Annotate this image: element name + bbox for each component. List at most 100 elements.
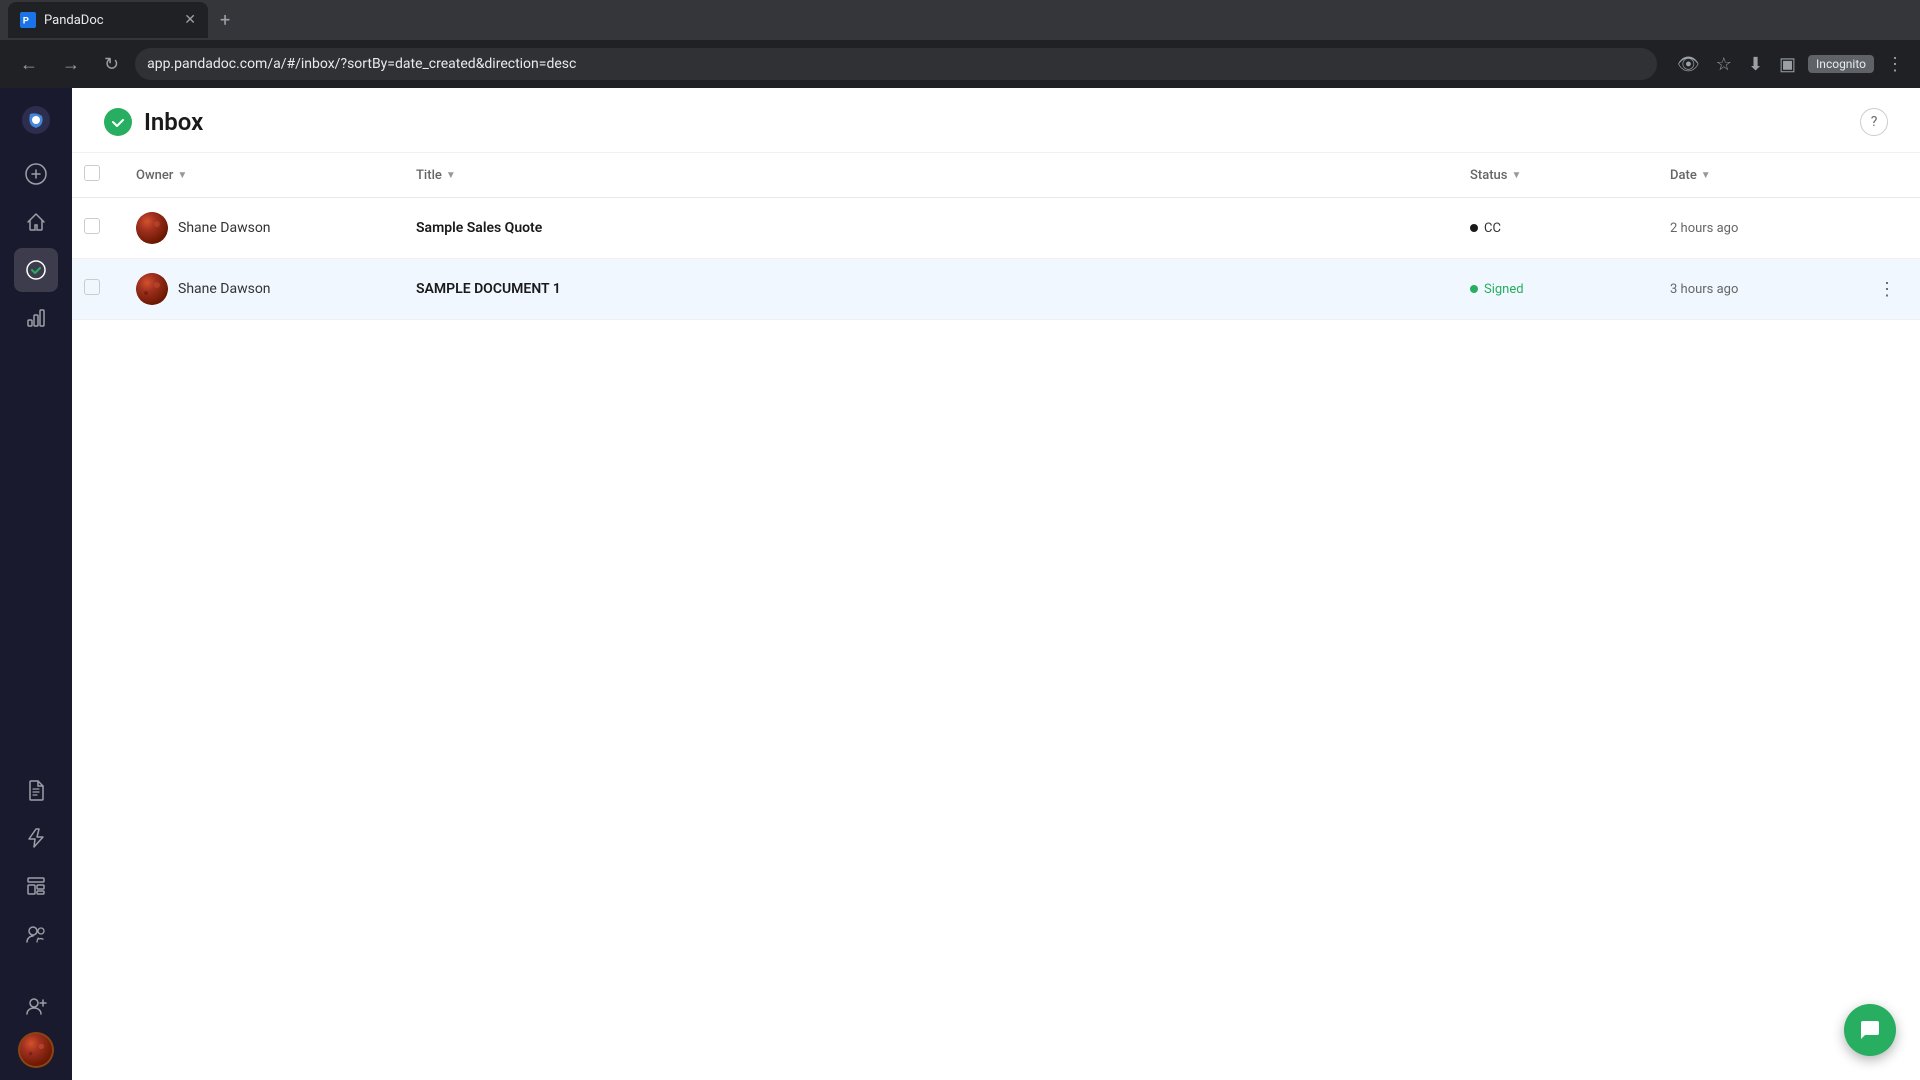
reload-button[interactable]: ↻	[96, 50, 127, 79]
tab-bar: P PandaDoc ✕ +	[0, 0, 1920, 40]
help-icon: ?	[1871, 114, 1878, 130]
title-sort-icon: ▼	[446, 170, 456, 181]
chat-open-button[interactable]	[1844, 1004, 1896, 1056]
forward-button[interactable]: →	[54, 50, 88, 79]
row2-date: 3 hours ago	[1670, 282, 1738, 297]
new-tab-button[interactable]: +	[212, 6, 238, 35]
date-sort-icon: ▼	[1701, 170, 1711, 181]
sidebar-item-templates[interactable]	[14, 864, 58, 908]
row1-owner: Shane Dawson	[136, 212, 384, 244]
row2-document-title[interactable]: SAMPLE DOCUMENT 1	[416, 281, 561, 297]
status-label: Status	[1470, 168, 1507, 183]
page-header: Inbox ?	[72, 88, 1920, 153]
row1-status-text: CC	[1484, 221, 1501, 236]
sidebar-item-contacts[interactable]	[14, 912, 58, 956]
row1-title-cell: Sample Sales Quote	[400, 198, 1454, 259]
tab-close-button[interactable]: ✕	[184, 12, 196, 28]
row2-status-dot	[1470, 285, 1478, 293]
title-sort[interactable]: Title ▼	[416, 168, 1438, 183]
back-button[interactable]: ←	[12, 50, 46, 79]
row2-avatar	[136, 273, 168, 305]
table-row: Shane Dawson Sample Sales Quote CC	[72, 198, 1920, 259]
inbox-table: Owner ▼ Title ▼ Status	[72, 153, 1920, 320]
row2-actions-cell: ⋮	[1854, 259, 1920, 320]
title-label: Title	[416, 168, 442, 183]
active-tab[interactable]: P PandaDoc ✕	[8, 2, 208, 38]
table-row: Shane Dawson SAMPLE DOCUMENT 1 Signed	[72, 259, 1920, 320]
owner-sort[interactable]: Owner ▼	[136, 168, 384, 183]
nav-actions: 👁 ☆ ⬇ ▣ Incognito ⋮	[1673, 50, 1908, 79]
row2-owner-name: Shane Dawson	[178, 281, 271, 297]
table-header: Owner ▼ Title ▼ Status	[72, 153, 1920, 198]
actions-column-header	[1854, 153, 1920, 198]
table-body: Shane Dawson Sample Sales Quote CC	[72, 198, 1920, 320]
download-icon[interactable]: ⬇	[1744, 50, 1767, 79]
row2-owner: Shane Dawson	[136, 273, 384, 305]
row1-status-dot	[1470, 224, 1478, 232]
date-label: Date	[1670, 168, 1697, 183]
owner-sort-icon: ▼	[177, 170, 187, 181]
sidebar	[0, 88, 72, 1080]
status-sort-icon: ▼	[1511, 170, 1521, 181]
owner-label: Owner	[136, 168, 173, 183]
header-row: Owner ▼ Title ▼ Status	[72, 153, 1920, 198]
select-all-checkbox[interactable]	[84, 165, 100, 181]
sidebar-item-create[interactable]	[14, 152, 58, 196]
user-avatar[interactable]	[18, 1032, 54, 1068]
sidebar-item-documents[interactable]	[14, 768, 58, 812]
tab-favicon: P	[20, 12, 36, 28]
status-sort[interactable]: Status ▼	[1470, 168, 1638, 183]
tab-title: PandaDoc	[44, 13, 176, 28]
row1-document-title[interactable]: Sample Sales Quote	[416, 220, 542, 236]
row2-status-text: Signed	[1484, 282, 1524, 297]
avatar-image	[20, 1034, 52, 1066]
eye-slash-icon[interactable]: 👁	[1673, 50, 1704, 79]
date-sort[interactable]: Date ▼	[1670, 168, 1838, 183]
row1-avatar	[136, 212, 168, 244]
select-all-header	[72, 153, 120, 198]
page-title: Inbox	[144, 108, 203, 136]
nav-bar: ← → ↻ app.pandadoc.com/a/#/inbox/?sortBy…	[0, 40, 1920, 88]
url-text: app.pandadoc.com/a/#/inbox/?sortBy=date_…	[147, 56, 576, 72]
help-button[interactable]: ?	[1860, 108, 1888, 136]
row1-select-cell	[72, 198, 120, 259]
sidebar-item-automation[interactable]	[14, 816, 58, 860]
owner-column-header: Owner ▼	[120, 153, 400, 198]
status-column-header: Status ▼	[1454, 153, 1654, 198]
row1-date-cell: 2 hours ago	[1654, 198, 1854, 259]
date-column-header: Date ▼	[1654, 153, 1854, 198]
row1-checkbox[interactable]	[84, 218, 100, 234]
main-content: Inbox ? Owner ▼	[72, 88, 1920, 1080]
app-container: Inbox ? Owner ▼	[0, 88, 1920, 1080]
row1-actions-cell: ⋮	[1854, 198, 1920, 259]
row2-status-badge: Signed	[1470, 282, 1524, 297]
address-bar[interactable]: app.pandadoc.com/a/#/inbox/?sortBy=date_…	[135, 48, 1657, 80]
browser-chrome: P PandaDoc ✕ + ← → ↻ app.pandadoc.com/a/…	[0, 0, 1920, 88]
table-container: Owner ▼ Title ▼ Status	[72, 153, 1920, 1080]
inbox-check-icon	[104, 108, 132, 136]
row2-owner-cell: Shane Dawson	[120, 259, 400, 320]
sidebar-item-dashboard[interactable]	[14, 200, 58, 244]
row2-status-cell: Signed	[1454, 259, 1654, 320]
title-column-header: Title ▼	[400, 153, 1454, 198]
row2-title-cell: SAMPLE DOCUMENT 1	[400, 259, 1454, 320]
sidebar-item-analytics[interactable]	[14, 296, 58, 340]
header-left: Inbox	[104, 108, 203, 136]
chat-widget: ✕	[1875, 1029, 1888, 1048]
row2-checkbox[interactable]	[84, 279, 100, 295]
row1-status-cell: CC	[1454, 198, 1654, 259]
sidebar-item-inbox[interactable]	[14, 248, 58, 292]
bookmark-icon[interactable]: ☆	[1712, 50, 1736, 79]
row2-select-cell	[72, 259, 120, 320]
svg-text:P: P	[23, 16, 29, 27]
incognito-badge: Incognito	[1808, 55, 1874, 73]
row1-status-badge: CC	[1470, 221, 1501, 236]
menu-icon[interactable]: ⋮	[1882, 50, 1908, 79]
sidebar-logo	[16, 100, 56, 140]
layout-icon[interactable]: ▣	[1775, 50, 1800, 79]
sidebar-item-add-user[interactable]	[14, 984, 58, 1028]
row2-date-cell: 3 hours ago	[1654, 259, 1854, 320]
row1-owner-name: Shane Dawson	[178, 220, 271, 236]
row1-date: 2 hours ago	[1670, 221, 1738, 236]
row2-more-button[interactable]: ⋮	[1870, 275, 1904, 304]
